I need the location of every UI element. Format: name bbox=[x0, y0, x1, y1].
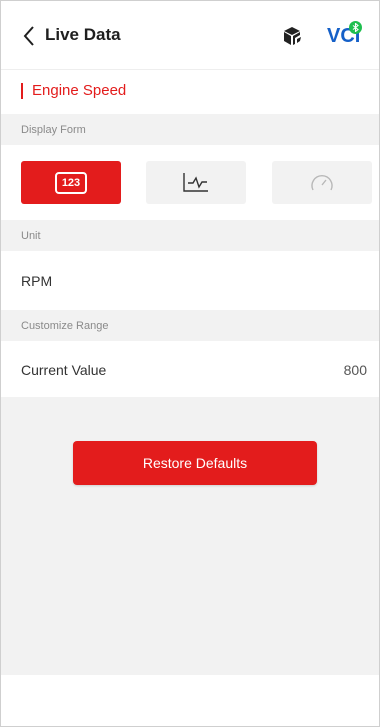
content-background bbox=[1, 397, 379, 675]
section-title: Engine Speed bbox=[21, 83, 126, 99]
unit-value: RPM bbox=[21, 273, 53, 289]
customize-range-label: Customize Range bbox=[1, 310, 379, 341]
numeric-icon: 123 bbox=[55, 171, 87, 194]
top-bar: Live Data VCI bbox=[1, 1, 379, 70]
app-frame: Live Data VCI Engine Speed Display Form … bbox=[0, 0, 380, 727]
page-title: Live Data bbox=[45, 25, 121, 44]
display-form-gauge-button[interactable] bbox=[272, 161, 372, 204]
current-value-label: Current Value bbox=[21, 362, 107, 378]
gauge-icon bbox=[311, 174, 333, 190]
unit-label: Unit bbox=[1, 220, 379, 251]
line-graph-icon bbox=[183, 172, 208, 192]
unit-row[interactable]: RPM bbox=[1, 253, 379, 309]
display-form-label: Display Form bbox=[1, 114, 379, 145]
numeric-icon-label: 123 bbox=[61, 176, 81, 189]
display-form-numeric-button[interactable]: 123 bbox=[21, 161, 121, 204]
back-button[interactable] bbox=[19, 23, 39, 49]
current-value: 800 bbox=[343, 362, 367, 378]
display-form-graph-button[interactable] bbox=[146, 161, 246, 204]
current-value-row[interactable]: Current Value 800 bbox=[1, 342, 379, 398]
chevron-left-icon bbox=[23, 26, 34, 46]
package-icon[interactable] bbox=[281, 25, 303, 47]
bluetooth-icon bbox=[349, 21, 362, 34]
restore-defaults-button[interactable]: Restore Defaults bbox=[73, 441, 317, 485]
